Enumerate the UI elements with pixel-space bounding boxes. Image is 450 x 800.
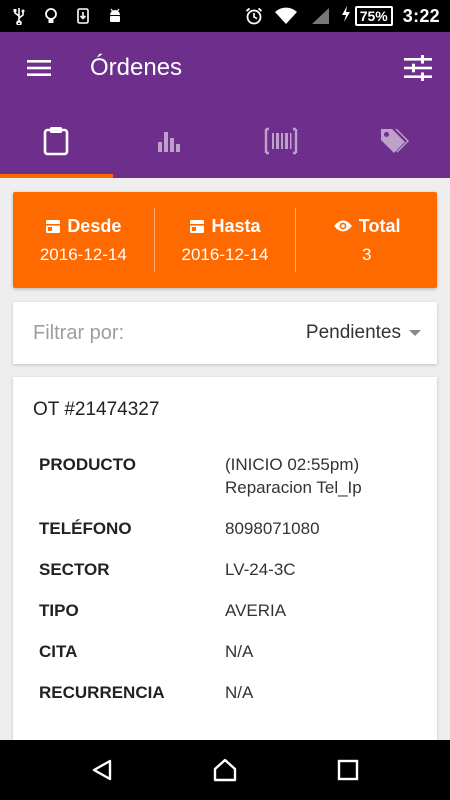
detail-row-sector: SECTOR LV-24-3C	[33, 558, 417, 581]
filter-label: Filtrar por:	[33, 321, 125, 344]
filter-dropdown[interactable]: Pendientes	[306, 322, 421, 344]
notification-icons	[10, 7, 124, 25]
home-icon	[213, 758, 237, 782]
barcode-icon	[265, 127, 298, 155]
detail-label: TELÉFONO	[39, 519, 132, 538]
tab-tags[interactable]	[338, 104, 450, 178]
alarm-icon	[245, 7, 263, 25]
to-value: 2016-12-14	[181, 244, 269, 264]
system-icons: 75% 3:22	[245, 5, 440, 27]
calendar-icon	[190, 220, 205, 233]
detail-label: RECURRENCIA	[39, 683, 165, 702]
eye-icon	[333, 220, 352, 232]
lightbulb-icon	[42, 7, 60, 25]
order-id: OT #21474327	[33, 399, 160, 420]
date-summary-card: Desde 2016-12-14 Hasta 2016-12-14 Total …	[13, 192, 437, 288]
download-icon	[74, 7, 92, 25]
order-details: PRODUCTO (INICIO 02:55pm) Reparacion Tel…	[33, 453, 417, 704]
back-button[interactable]	[82, 750, 122, 790]
detail-value: N/A	[225, 642, 254, 661]
total-block: Total 3	[295, 208, 437, 272]
from-date-block[interactable]: Desde 2016-12-14	[13, 192, 154, 288]
detail-row-recurrencia: RECURRENCIA N/A	[33, 681, 417, 704]
home-button[interactable]	[205, 750, 245, 790]
total-value: 3	[361, 244, 372, 264]
battery-indicator: 75%	[341, 5, 393, 27]
wifi-icon	[273, 7, 299, 25]
to-date-block[interactable]: Hasta 2016-12-14	[153, 208, 296, 272]
toolbar: Órdenes	[0, 32, 450, 104]
bar-chart-icon	[157, 132, 180, 152]
detail-value: 8098071080	[225, 519, 320, 538]
detail-row-cita: CITA N/A	[33, 640, 417, 663]
detail-value: (INICIO 02:55pm) Reparacion Tel_Ip	[225, 455, 362, 497]
clock: 3:22	[402, 5, 440, 26]
calendar-icon	[46, 220, 61, 233]
detail-value: AVERIA	[225, 601, 287, 620]
detail-label: TIPO	[39, 601, 79, 620]
detail-row-tipo: TIPO AVERIA	[33, 599, 417, 622]
tab-bar	[0, 104, 450, 178]
recents-icon	[338, 759, 359, 781]
charging-icon	[341, 5, 351, 27]
battery-level: 75%	[354, 6, 393, 26]
detail-value: N/A	[225, 683, 254, 702]
tags-icon	[380, 129, 409, 153]
detail-value: LV-24-3C	[225, 560, 296, 579]
detail-label: CITA	[39, 642, 78, 661]
tab-barcode[interactable]	[225, 104, 338, 178]
hamburger-icon	[27, 60, 51, 76]
to-label: Hasta	[211, 215, 261, 236]
order-card[interactable]: OT #21474327 PRODUCTO (INICIO 02:55pm) R…	[13, 377, 437, 747]
total-label: Total	[358, 215, 401, 236]
detail-row-producto: PRODUCTO (INICIO 02:55pm) Reparacion Tel…	[33, 453, 417, 499]
menu-button[interactable]	[26, 55, 52, 81]
tab-orders[interactable]	[0, 104, 113, 178]
filter-card: Filtrar por: Pendientes	[13, 302, 437, 364]
tab-stats[interactable]	[113, 104, 226, 178]
page-title: Órdenes	[90, 54, 183, 81]
filter-selected-value: Pendientes	[305, 322, 401, 343]
status-bar: 75% 3:22	[0, 0, 450, 32]
chevron-down-icon	[409, 330, 421, 336]
sliders-icon	[404, 55, 432, 81]
from-label: Desde	[67, 215, 122, 236]
from-value: 2016-12-14	[39, 244, 127, 264]
detail-label: SECTOR	[39, 560, 110, 579]
detail-row-telefono: TELÉFONO 8098071080	[33, 517, 417, 540]
back-icon	[92, 759, 111, 781]
android-icon	[106, 7, 124, 25]
detail-label: PRODUCTO	[39, 455, 136, 474]
app-bar: Órdenes	[0, 32, 450, 178]
usb-icon	[10, 7, 28, 25]
recents-button[interactable]	[328, 750, 368, 790]
navigation-bar	[0, 740, 450, 800]
filter-settings-button[interactable]	[402, 52, 434, 84]
clipboard-icon	[43, 127, 69, 156]
signal-icon	[309, 7, 331, 25]
